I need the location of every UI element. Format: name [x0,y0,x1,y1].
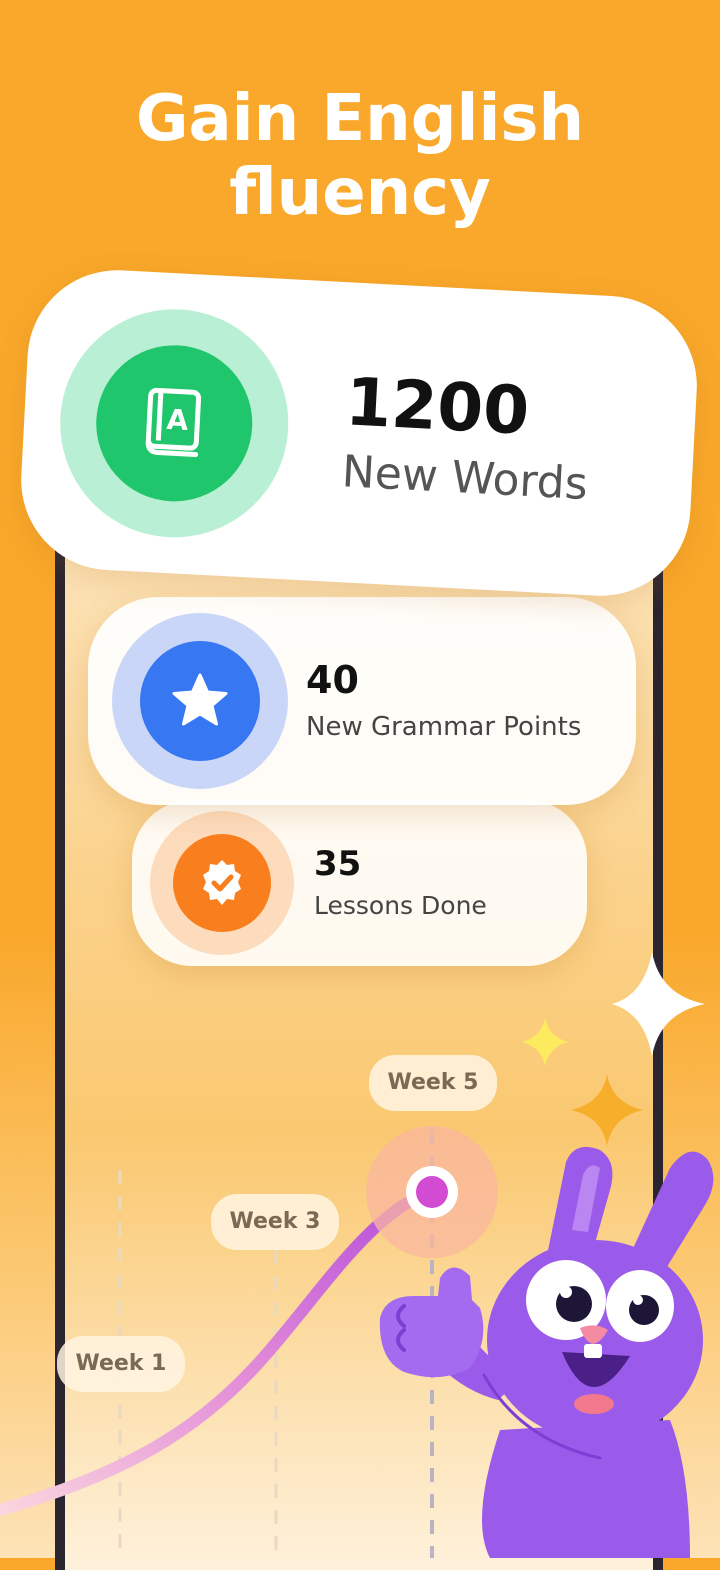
headline-line-1: Gain English [135,82,585,156]
lessons-stat-card: 35 Lessons Done [132,800,587,966]
badge-check-icon [173,834,271,932]
words-stat-card: A 1200 New Words [16,265,702,601]
headline-line-2: fluency [229,156,491,230]
week-3-label: Week 3 [211,1194,339,1250]
words-label: New Words [340,446,589,510]
lessons-label: Lessons Done [314,891,487,920]
grammar-count: 40 [306,658,359,702]
week-5-label: Week 5 [369,1055,497,1111]
grammar-label: New Grammar Points [306,712,582,742]
svg-text:A: A [166,403,190,437]
star-icon [140,641,260,761]
book-icon: A [92,341,257,506]
lessons-count: 35 [314,844,362,884]
lessons-icon-ring [150,811,294,955]
headline: Gain English fluency [0,82,720,230]
week-1-label: Week 1 [57,1336,185,1392]
words-icon-ring: A [54,303,295,544]
grammar-icon-ring [112,613,288,789]
grammar-stat-card: 40 New Grammar Points [88,597,636,805]
words-count: 1200 [343,363,532,450]
